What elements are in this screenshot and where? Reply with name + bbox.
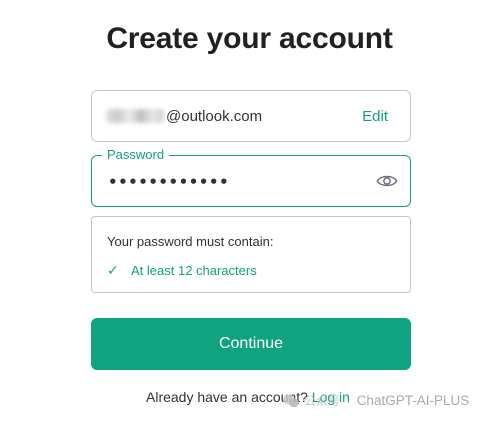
email-value: @outlook.com [106, 108, 262, 125]
create-account-page: Create your account @outlook.com Edit Pa… [0, 0, 499, 422]
wechat-icon [282, 393, 300, 409]
redacted-email-prefix [106, 109, 164, 123]
page-title: Create your account [106, 22, 393, 55]
email-field: @outlook.com Edit [91, 90, 411, 142]
edit-email-link[interactable]: Edit [362, 108, 388, 125]
check-icon: ✓ [107, 262, 119, 278]
password-requirements: Your password must contain: ✓ At least 1… [91, 216, 411, 293]
requirement-item: ✓ At least 12 characters [107, 262, 395, 279]
watermark-brand: ChatGPT-AI-PLUS [356, 393, 470, 408]
password-label: Password [102, 147, 170, 162]
eye-icon[interactable] [376, 171, 398, 191]
watermark-cn: 公众号 [304, 394, 341, 408]
password-field[interactable]: Password •••••••••••• [91, 147, 411, 207]
watermark-dot: · [346, 392, 351, 409]
email-domain: @outlook.com [166, 107, 263, 125]
requirements-heading: Your password must contain: [107, 234, 274, 249]
continue-button[interactable]: Continue [91, 318, 411, 370]
requirement-text: At least 12 characters [131, 263, 257, 278]
watermark: 公众号 · ChatGPT-AI-PLUS [282, 392, 469, 409]
password-input[interactable]: •••••••••••• [108, 173, 229, 191]
